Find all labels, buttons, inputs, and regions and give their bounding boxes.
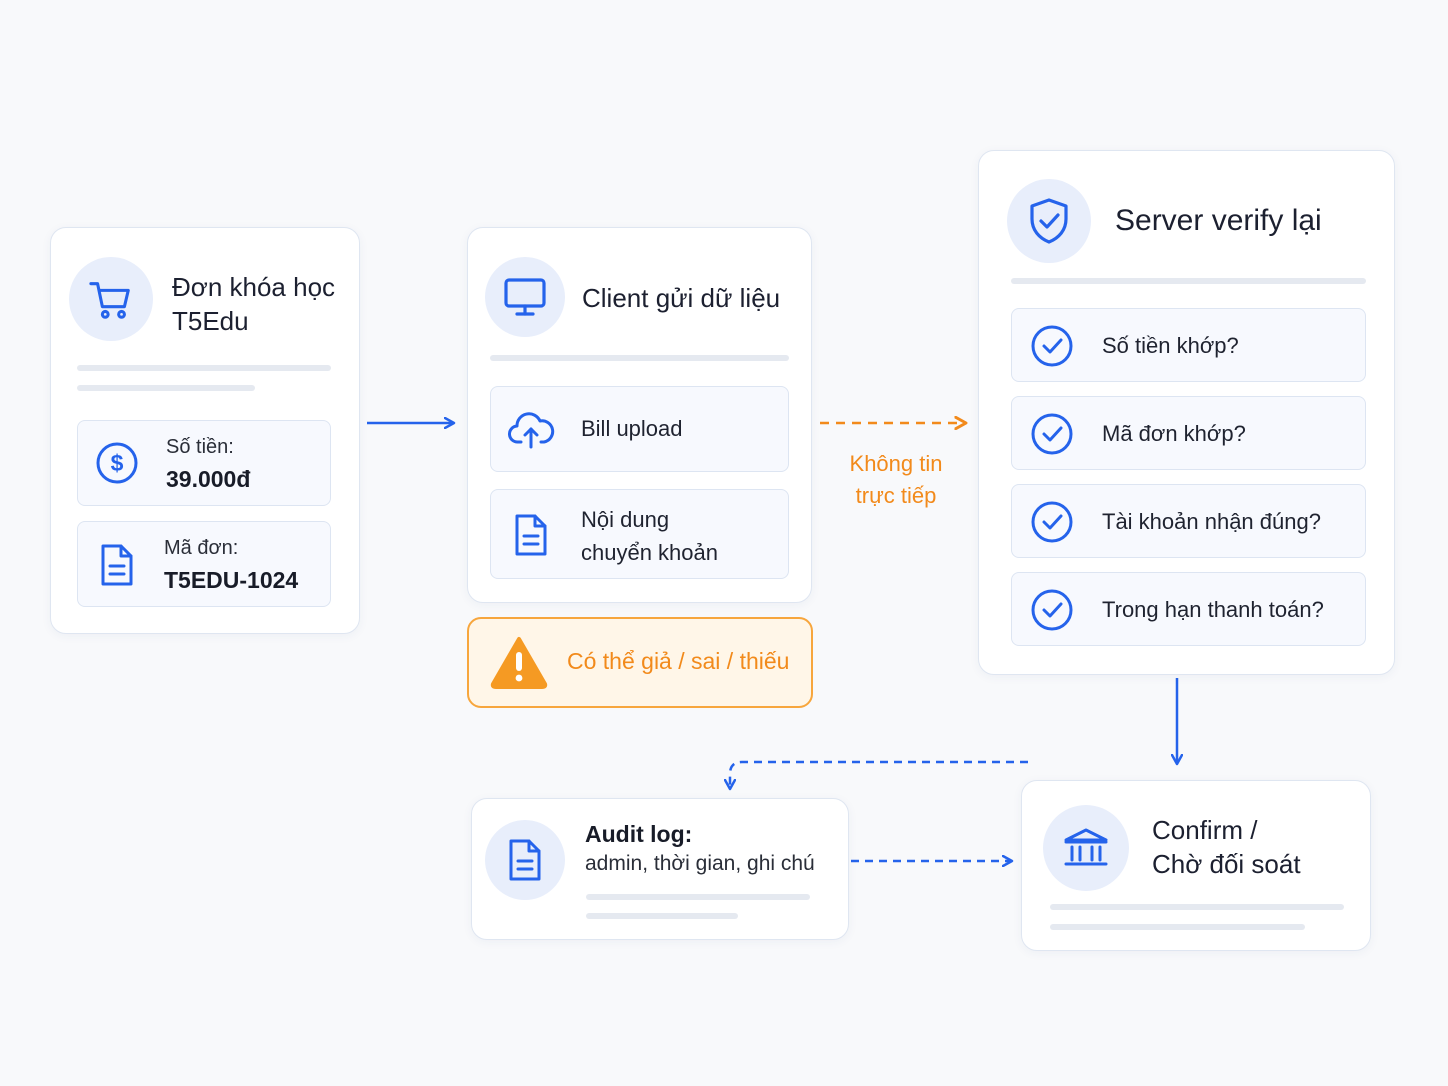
order-title-line1: Đơn khóa học (172, 272, 336, 302)
check-circle-icon (1031, 413, 1073, 455)
warning-text: Có thể giả / sai / thiếu (567, 648, 790, 674)
monitor-icon (504, 278, 546, 316)
placeholder-line (77, 385, 255, 391)
order-title: Đơn khóa học T5Edu (172, 270, 335, 338)
order-icon-circle (69, 257, 153, 341)
check-item-label: Số tiền khớp? (1102, 333, 1239, 358)
check-item: Trong hạn thanh toán? (1011, 572, 1366, 646)
check-circle-icon (1031, 589, 1073, 631)
placeholder-line (1050, 924, 1305, 930)
warning-icon (490, 637, 548, 689)
server-card: Server verify lại Số tiền khớp? Mã đơn k… (978, 150, 1395, 675)
arrow-to-audit (730, 760, 1028, 789)
arrow-note-line1: Không tin (849, 451, 943, 476)
check-item: Mã đơn khớp? (1011, 396, 1366, 470)
bank-icon (1064, 828, 1108, 866)
transfer-content-line2: chuyển khoản (581, 540, 718, 565)
server-icon-circle (1007, 179, 1091, 263)
placeholder-line (586, 894, 810, 900)
arrow-note: Không tin trực tiếp (832, 448, 960, 512)
arrow-note-line2: trực tiếp (855, 483, 937, 508)
order-code-box: Mã đơn: T5EDU-1024 (77, 521, 331, 607)
bill-upload-box: Bill upload (490, 386, 789, 472)
confirm-title-line1: Confirm / (1152, 815, 1258, 845)
check-item-label: Tài khoản nhận đúng? (1102, 509, 1321, 534)
audit-icon-circle (485, 820, 565, 900)
transfer-content-box: Nội dung chuyển khoản (490, 489, 789, 579)
transfer-content-label: Nội dung chuyển khoản (581, 503, 718, 569)
bill-upload-label: Bill upload (581, 416, 683, 441)
order-code-label: Mã đơn: (164, 537, 239, 559)
check-circle-icon (1031, 325, 1073, 367)
transfer-content-line1: Nội dung (581, 507, 670, 532)
client-card: Client gửi dữ liệu Bill upload Nội dung … (467, 227, 812, 603)
divider (77, 365, 331, 371)
audit-title: Audit log: (585, 821, 693, 847)
check-item: Số tiền khớp? (1011, 308, 1366, 382)
cart-icon (89, 282, 130, 319)
warning-box: Có thể giả / sai / thiếu (467, 617, 813, 708)
client-icon-circle (485, 257, 565, 337)
amount-box: $ Số tiền: 39.000đ (77, 420, 331, 506)
check-item-label: Mã đơn khớp? (1102, 421, 1246, 446)
placeholder-line (586, 913, 738, 919)
placeholder-line (1050, 904, 1344, 910)
document-icon (509, 839, 541, 881)
audit-card: Audit log: admin, thời gian, ghi chú (471, 798, 849, 940)
amount-label: Số tiền: (166, 436, 234, 458)
dollar-icon: $ (96, 442, 138, 484)
divider (1011, 278, 1366, 284)
check-circle-icon (1031, 501, 1073, 543)
confirm-title: Confirm / Chờ đối soát (1152, 813, 1301, 881)
audit-detail: admin, thời gian, ghi chú (585, 852, 815, 875)
check-item: Tài khoản nhận đúng? (1011, 484, 1366, 558)
document-icon (515, 514, 547, 556)
shield-check-icon (1030, 198, 1068, 244)
document-icon (101, 544, 133, 586)
cloud-upload-icon (508, 412, 555, 449)
divider (490, 355, 789, 361)
svg-text:$: $ (111, 450, 124, 476)
check-item-label: Trong hạn thanh toán? (1102, 597, 1324, 622)
client-title: Client gửi dữ liệu (582, 283, 781, 313)
confirm-card: Confirm / Chờ đối soát (1021, 780, 1371, 951)
order-title-line2: T5Edu (172, 306, 249, 336)
order-code-value: T5EDU-1024 (164, 567, 299, 593)
amount-value: 39.000đ (166, 466, 251, 492)
confirm-icon-circle (1043, 805, 1129, 891)
server-title: Server verify lại (1115, 204, 1322, 237)
order-card: Đơn khóa học T5Edu $ Số tiền: 39.000đ Mã… (50, 227, 360, 634)
confirm-title-line2: Chờ đối soát (1152, 849, 1301, 879)
